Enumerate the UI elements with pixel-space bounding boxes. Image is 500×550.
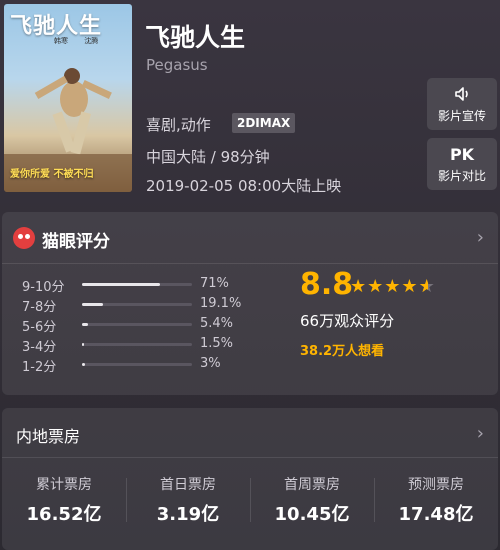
dist-fill — [82, 323, 88, 326]
movie-title: 飞驰人生 — [145, 23, 246, 52]
movie-release: 2019-02-05 08:00大陆上映 — [146, 177, 342, 195]
box-stat-value: 16.52亿 — [26, 504, 102, 525]
dist-label: 3-4分 — [22, 340, 57, 355]
star-icon: ★ — [401, 276, 419, 297]
box-office-header[interactable]: 内地票房 › — [2, 408, 498, 458]
dist-fill — [82, 303, 103, 306]
dist-label: 1-2分 — [22, 360, 57, 375]
box-stat-first-day: 首日票房 3.19亿 — [126, 470, 250, 540]
dist-row: 7-8分 19.1% — [2, 294, 262, 315]
dist-pct: 1.5% — [200, 336, 234, 351]
promo-button[interactable]: 影片宣传 — [427, 78, 497, 130]
speaker-icon — [453, 85, 471, 105]
rating-distribution: 9-10分 71% 7-8分 19.1% 5-6分 5.4% 3-4分 1.5%… — [2, 274, 262, 375]
viewer-count: 66万观众评分 — [300, 312, 395, 330]
chevron-right-icon: › — [476, 423, 484, 444]
dist-track — [82, 303, 192, 306]
box-stat-label: 累计票房 — [36, 477, 92, 493]
compare-button[interactable]: PK 影片对比 — [427, 138, 497, 190]
dist-row: 3-4分 1.5% — [2, 334, 262, 355]
box-stat-forecast: 预测票房 17.48亿 — [374, 470, 498, 540]
poster-credits: 韩寒 沈腾 — [54, 36, 112, 46]
movie-genre: 喜剧,动作 — [146, 116, 211, 134]
dist-row: 9-10分 71% — [2, 274, 262, 295]
rating-stars: ★★★★★ ★ — [350, 276, 436, 297]
star-half-icon: ★ ★ — [418, 276, 436, 297]
star-icon: ★ — [384, 276, 402, 297]
box-stat-label: 首周票房 — [284, 477, 340, 493]
dist-label: 7-8分 — [22, 300, 57, 315]
dist-fill — [82, 343, 85, 346]
pk-icon: PK — [449, 144, 475, 164]
poster-slogan: 爱你所爱 不被不归 — [10, 169, 94, 180]
box-stat-first-week: 首周票房 10.45亿 — [250, 470, 374, 540]
movie-region-duration: 中国大陆 / 98分钟 — [146, 148, 270, 166]
dist-pct: 3% — [200, 356, 221, 371]
compare-label: 影片对比 — [437, 168, 486, 183]
dist-row: 5-6分 5.4% — [2, 314, 262, 335]
box-office-title: 内地票房 — [16, 427, 81, 446]
format-badge: 2DIMAX — [232, 113, 296, 133]
dist-track — [82, 343, 192, 346]
box-stat-label: 首日票房 — [160, 477, 216, 493]
box-stat-label: 预测票房 — [408, 477, 464, 493]
box-stat-value: 3.19亿 — [156, 504, 220, 525]
rating-score: 8.8 — [300, 267, 354, 302]
dist-pct: 71% — [200, 276, 229, 291]
dist-track — [82, 323, 192, 326]
dist-fill — [82, 363, 86, 366]
star-icon: ★ — [367, 276, 385, 297]
dist-track — [82, 363, 192, 366]
maoyan-cat-icon — [13, 227, 35, 249]
chevron-right-icon: › — [476, 227, 484, 248]
box-stat-total: 累计票房 16.52亿 — [2, 470, 126, 540]
promo-label: 影片宣传 — [437, 108, 486, 123]
box-stat-value: 10.45亿 — [274, 504, 350, 525]
dist-pct: 19.1% — [200, 296, 242, 311]
dist-pct: 5.4% — [200, 316, 234, 331]
star-icon: ★ — [350, 276, 368, 297]
dist-label: 9-10分 — [22, 280, 65, 295]
poster-credit-b: 沈腾 — [84, 37, 99, 45]
poster-credit-a: 韩寒 — [54, 37, 68, 45]
dist-track — [82, 283, 192, 286]
rating-card-header[interactable]: 猫眼评分 › — [2, 212, 498, 264]
box-office-stats: 累计票房 16.52亿 首日票房 3.19亿 首周票房 10.45亿 预测票房 … — [2, 470, 498, 540]
dist-row: 1-2分 3% — [2, 354, 262, 375]
movie-title-en: Pegasus — [146, 56, 208, 74]
box-stat-value: 17.48亿 — [398, 504, 474, 525]
movie-header: 飞驰人生 韩寒 沈腾 爱你所爱 不被不归 飞驰人生 Pegasus 喜剧,动作 … — [0, 0, 500, 205]
rating-title: 猫眼评分 — [42, 232, 110, 252]
rating-card: 猫眼评分 › 9-10分 71% 7-8分 19.1% 5-6分 5.4% 3-… — [2, 212, 498, 395]
movie-poster[interactable]: 飞驰人生 韩寒 沈腾 爱你所爱 不被不归 — [4, 4, 132, 192]
want-count: 38.2万人想看 — [300, 344, 385, 359]
box-office-card: 内地票房 › 累计票房 16.52亿 首日票房 3.19亿 首周票房 10.45… — [2, 408, 498, 550]
dist-label: 5-6分 — [22, 320, 57, 335]
dist-fill — [82, 283, 161, 286]
